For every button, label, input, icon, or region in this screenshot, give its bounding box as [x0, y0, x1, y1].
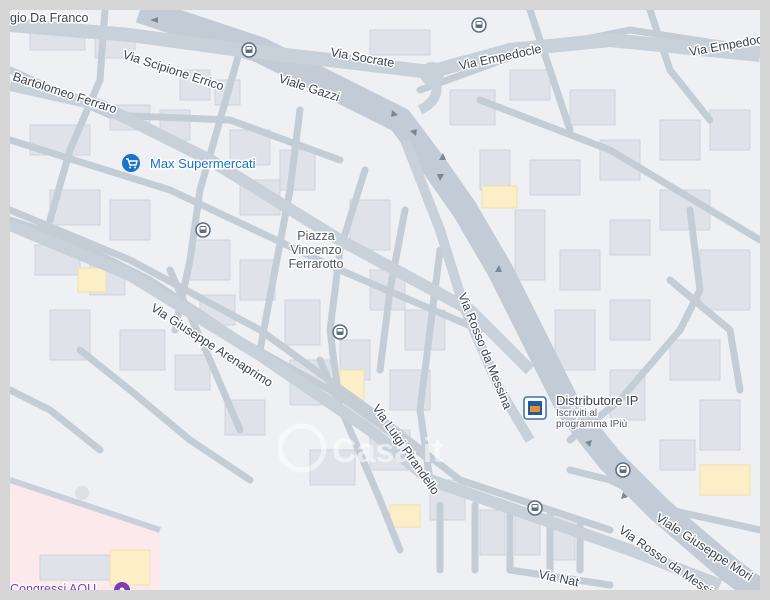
bus-stop-icon[interactable]: [195, 222, 211, 238]
piazza-label-line3: Ferrarotto: [289, 257, 344, 271]
piazza-label-line2: Vincenzo: [290, 243, 341, 257]
road-label-gio-da-franco: gio Da Franco: [10, 11, 89, 25]
poi-label-max-supermercati[interactable]: Max Supermercati: [149, 155, 258, 173]
poi-sub-line1: Iscriviti al: [556, 408, 597, 419]
bus-stop-icon[interactable]: [332, 324, 348, 340]
poi-label-congressi-aou[interactable]: Congressi AOU: [10, 581, 98, 591]
shopping-cart-icon[interactable]: [122, 154, 140, 172]
poi-sub-line2: programma IPiù: [556, 419, 627, 430]
bus-stop-icon[interactable]: [471, 17, 487, 33]
bus-stop-icon[interactable]: [615, 462, 631, 478]
map-view[interactable]: Casa.it gio Da Franco Via Socrate Via Em…: [10, 10, 760, 590]
bus-stop-icon[interactable]: [527, 500, 543, 516]
watermark-text: Casa.it: [332, 432, 444, 470]
poi-label-distributore-ip[interactable]: Distributore IP: [555, 392, 640, 410]
map-canvas[interactable]: Casa.it gio Da Franco Via Socrate Via Em…: [10, 10, 760, 590]
piazza-label-line1: Piazza: [297, 229, 335, 243]
map-frame: Casa.it gio Da Franco Via Socrate Via Em…: [0, 0, 770, 600]
bus-stop-icon[interactable]: [241, 42, 257, 58]
landmark-dot: [75, 486, 89, 500]
